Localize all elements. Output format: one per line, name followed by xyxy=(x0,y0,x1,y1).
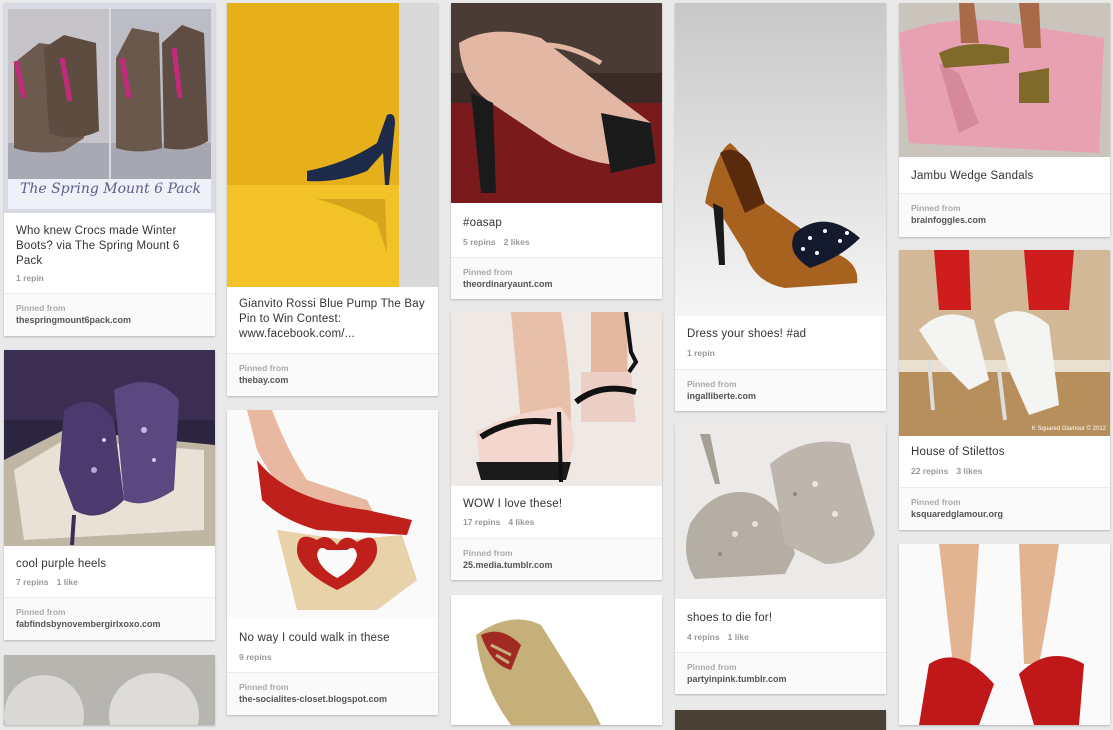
pin-image-watermark: K Squared Glamour © 2012 xyxy=(1031,426,1106,432)
pin-card[interactable]: #oasap 5 repins 2 likes Pinned from theor… xyxy=(451,3,662,299)
pin-image[interactable] xyxy=(227,410,438,618)
pin-description: shoes to die for! xyxy=(687,612,773,624)
pin-image[interactable] xyxy=(227,3,438,287)
pin-likes: 2 likes xyxy=(503,237,530,247)
pin-source-link[interactable]: thebay.com xyxy=(239,375,288,385)
pin-image[interactable] xyxy=(451,3,662,203)
pin-image[interactable]: K Squared Glamour © 2012 xyxy=(899,250,1110,436)
pin-card[interactable]: K Squared Glamour © 2012 House of Stilet… xyxy=(899,250,1110,530)
pin-source-link[interactable]: 25.media.tumblr.com xyxy=(463,560,553,570)
pin-description: WOW I love these! xyxy=(463,498,563,510)
pinned-from-label: Pinned from xyxy=(16,303,66,313)
pin-image[interactable] xyxy=(675,424,886,599)
pin-stats: 17 repins 4 likes xyxy=(463,517,542,527)
pin-source-link[interactable]: thespringmount6pack.com xyxy=(16,315,131,325)
pin-card[interactable]: shoes to die for! 4 repins 1 like Pinned … xyxy=(675,424,886,694)
pin-card[interactable] xyxy=(451,595,662,725)
pin-source-link[interactable]: brainfoggles.com xyxy=(911,215,986,225)
pin-card[interactable]: The Spring Mount 6 Pack Who knew Crocs m… xyxy=(4,3,215,336)
pin-attribution[interactable]: Pinned from 25.media.tumblr.com xyxy=(451,538,662,580)
pin-stats: 4 repins 1 like xyxy=(687,632,757,642)
pin-attribution[interactable]: Pinned from fabfindsbynovembergirlxoxo.c… xyxy=(4,597,215,640)
pin-description: Jambu Wedge Sandals xyxy=(911,170,1034,182)
pin-source-link[interactable]: the-socialites-closet.blogspot.com xyxy=(239,694,387,704)
pin-source-link[interactable]: theordinaryaunt.com xyxy=(463,279,553,289)
pinned-from-label: Pinned from xyxy=(911,497,961,507)
pin-description: No way I could walk in these xyxy=(239,632,390,644)
pinned-from-label: Pinned from xyxy=(687,379,737,389)
pin-card[interactable] xyxy=(4,655,215,725)
pin-description: House of Stilettos xyxy=(911,446,1005,458)
pin-attribution[interactable]: Pinned from theordinaryaunt.com xyxy=(451,257,662,299)
pin-description: Who knew Crocs made Winter Boots? via Th… xyxy=(16,225,180,267)
pin-likes: 4 likes xyxy=(508,517,535,527)
pin-image[interactable] xyxy=(675,3,886,316)
pin-stats: 1 repin xyxy=(687,348,731,358)
pin-repins: 22 repins xyxy=(911,466,949,476)
pin-repins: 5 repins xyxy=(463,237,496,247)
pin-attribution[interactable]: Pinned from partyinpink.tumblr.com xyxy=(675,652,886,694)
pin-stats: 22 repins 3 likes xyxy=(911,466,990,476)
pin-description: Dress your shoes! #ad xyxy=(687,328,807,340)
pin-repins: 7 repins xyxy=(16,577,49,587)
pinned-from-label: Pinned from xyxy=(687,662,737,672)
pin-attribution[interactable]: Pinned from thespringmount6pack.com xyxy=(4,293,215,336)
pin-image[interactable] xyxy=(451,595,662,725)
pinned-from-label: Pinned from xyxy=(911,203,961,213)
pin-attribution[interactable]: Pinned from brainfoggles.com xyxy=(899,193,1110,237)
pinned-from-label: Pinned from xyxy=(463,267,513,277)
pin-image[interactable] xyxy=(899,544,1110,725)
pin-stats: 9 repins xyxy=(239,652,288,662)
pin-source-link[interactable]: ingalliberte.com xyxy=(687,391,756,401)
pin-image[interactable] xyxy=(675,710,886,730)
pin-source-link[interactable]: partyinpink.tumblr.com xyxy=(687,674,787,684)
pin-attribution[interactable]: Pinned from ingalliberte.com xyxy=(675,369,886,411)
pin-stats: 1 repin xyxy=(16,273,60,283)
pin-attribution[interactable]: Pinned from the-socialites-closet.blogsp… xyxy=(227,672,438,715)
pin-image[interactable]: The Spring Mount 6 Pack xyxy=(4,3,215,213)
pin-source-link[interactable]: fabfindsbynovembergirlxoxo.com xyxy=(16,619,161,629)
pin-likes: 1 like xyxy=(56,577,78,587)
pin-repins: 1 repin xyxy=(687,348,715,358)
pinned-from-label: Pinned from xyxy=(239,682,289,692)
pinned-from-label: Pinned from xyxy=(463,548,513,558)
pin-card[interactable]: Gianvito Rossi Blue Pump The Bay Pin to … xyxy=(227,3,438,396)
pin-repins: 1 repin xyxy=(16,273,44,283)
pinned-from-label: Pinned from xyxy=(16,607,66,617)
pin-stats: 5 repins 2 likes xyxy=(463,237,538,247)
pin-repins: 4 repins xyxy=(687,632,720,642)
pin-attribution[interactable]: Pinned from thebay.com xyxy=(227,353,438,396)
pin-likes: 3 likes xyxy=(956,466,983,476)
pin-stats: 7 repins 1 like xyxy=(16,577,86,587)
pin-card[interactable] xyxy=(899,544,1110,725)
pin-card[interactable]: cool purple heels 7 repins 1 like Pinned … xyxy=(4,350,215,640)
pin-image[interactable] xyxy=(4,655,215,725)
pin-card[interactable]: No way I could walk in these 9 repins Pi… xyxy=(227,410,438,715)
pin-repins: 9 repins xyxy=(239,652,272,662)
pin-description: cool purple heels xyxy=(16,558,107,570)
pin-repins: 17 repins xyxy=(463,517,501,527)
pin-card[interactable]: WOW I love these! 17 repins 4 likes Pinne… xyxy=(451,312,662,580)
pin-image[interactable] xyxy=(451,312,662,486)
pin-card[interactable]: Dress your shoes! #ad 1 repin Pinned fro… xyxy=(675,3,886,411)
pin-image-caption: The Spring Mount 6 Pack xyxy=(20,181,201,197)
pin-attribution[interactable]: Pinned from ksquaredglamour.org xyxy=(899,487,1110,530)
pin-image[interactable] xyxy=(4,350,215,546)
pin-card[interactable]: Jambu Wedge Sandals Pinned from brainfog… xyxy=(899,3,1110,237)
pin-card[interactable] xyxy=(675,710,886,730)
pinned-from-label: Pinned from xyxy=(239,363,289,373)
pin-source-link[interactable]: ksquaredglamour.org xyxy=(911,509,1003,519)
pin-likes: 1 like xyxy=(727,632,749,642)
pin-description: Gianvito Rossi Blue Pump The Bay Pin to … xyxy=(239,298,425,340)
pin-description: #oasap xyxy=(463,217,502,229)
pin-image[interactable] xyxy=(899,3,1110,157)
